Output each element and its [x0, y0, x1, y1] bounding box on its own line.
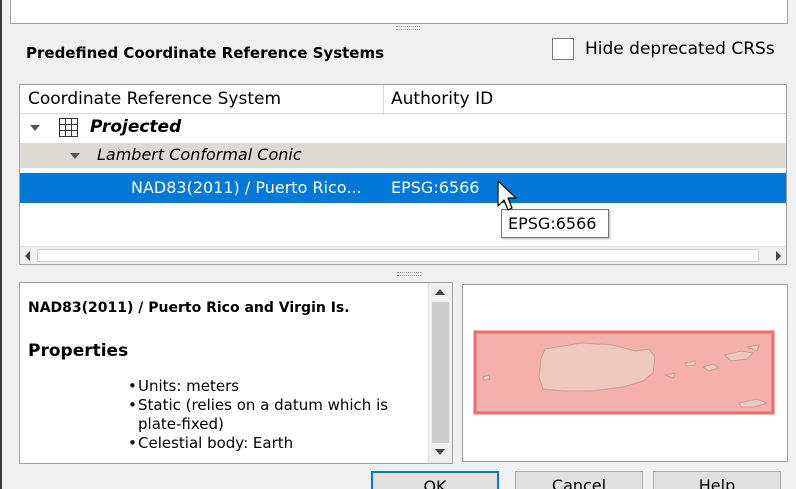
horizontal-scrollbar[interactable] — [20, 246, 786, 264]
scroll-down-icon[interactable] — [435, 449, 445, 455]
property-item: Static (relies on a datum which is plate… — [128, 396, 428, 434]
help-button[interactable]: Help — [653, 471, 781, 489]
scroll-left-icon[interactable] — [25, 251, 30, 261]
scroll-right-icon[interactable] — [776, 251, 781, 261]
map-canvas — [473, 330, 775, 415]
vertical-scrollbar[interactable] — [428, 283, 452, 463]
column-header-authority[interactable]: Authority ID — [383, 85, 493, 114]
properties-list: Units: meters Static (relies on a datum … — [128, 377, 428, 453]
splitter-handle-bottom[interactable] — [397, 272, 421, 276]
tree-row-projected[interactable]: Projected — [20, 115, 786, 140]
expand-arrow-icon[interactable] — [70, 153, 80, 159]
crs-properties-panel[interactable]: NAD83(2011) / Puerto Rico and Virgin Is.… — [19, 282, 453, 464]
hide-deprecated-checkbox[interactable] — [552, 38, 574, 60]
filter-area — [10, 0, 788, 24]
scrollbar-thumb[interactable] — [37, 249, 759, 262]
tree-header: Coordinate Reference System Authority ID — [20, 85, 786, 114]
authority-id-cell: EPSG:6566 — [391, 178, 480, 197]
column-header-crs[interactable]: Coordinate Reference System — [20, 85, 281, 114]
properties-heading: Properties — [28, 341, 129, 361]
property-item: Celestial body: Earth — [128, 434, 428, 453]
mouse-cursor-icon — [497, 180, 517, 211]
crs-extent-map — [462, 284, 788, 462]
scrollbar-thumb[interactable] — [432, 302, 449, 443]
tree-row-nad83-puerto-rico[interactable]: NAD83(2011) / Puerto Rico... EPSG:6566 — [20, 173, 786, 203]
splitter-handle-top[interactable] — [396, 26, 420, 30]
tree-row-label: NAD83(2011) / Puerto Rico... — [131, 178, 362, 197]
crs-tree[interactable]: Coordinate Reference System Authority ID… — [19, 84, 787, 265]
tree-row-label: Lambert Conformal Conic — [97, 145, 302, 164]
window-edge — [0, 0, 2, 489]
hide-deprecated-label[interactable]: Hide deprecated CRSs — [585, 39, 775, 59]
crs-name-title: NAD83(2011) / Puerto Rico and Virgin Is. — [28, 300, 350, 316]
section-title: Predefined Coordinate Reference Systems — [26, 44, 385, 62]
tree-row-label: Projected — [90, 117, 182, 137]
expand-arrow-icon[interactable] — [30, 125, 40, 131]
projected-grid-icon — [59, 118, 78, 137]
cancel-button[interactable]: Cancel — [515, 471, 643, 489]
ok-button[interactable]: OK — [371, 471, 499, 489]
scroll-up-icon[interactable] — [435, 289, 445, 295]
property-item: Units: meters — [128, 377, 428, 396]
tree-row-lambert-conformal-conic[interactable]: Lambert Conformal Conic — [20, 143, 786, 168]
